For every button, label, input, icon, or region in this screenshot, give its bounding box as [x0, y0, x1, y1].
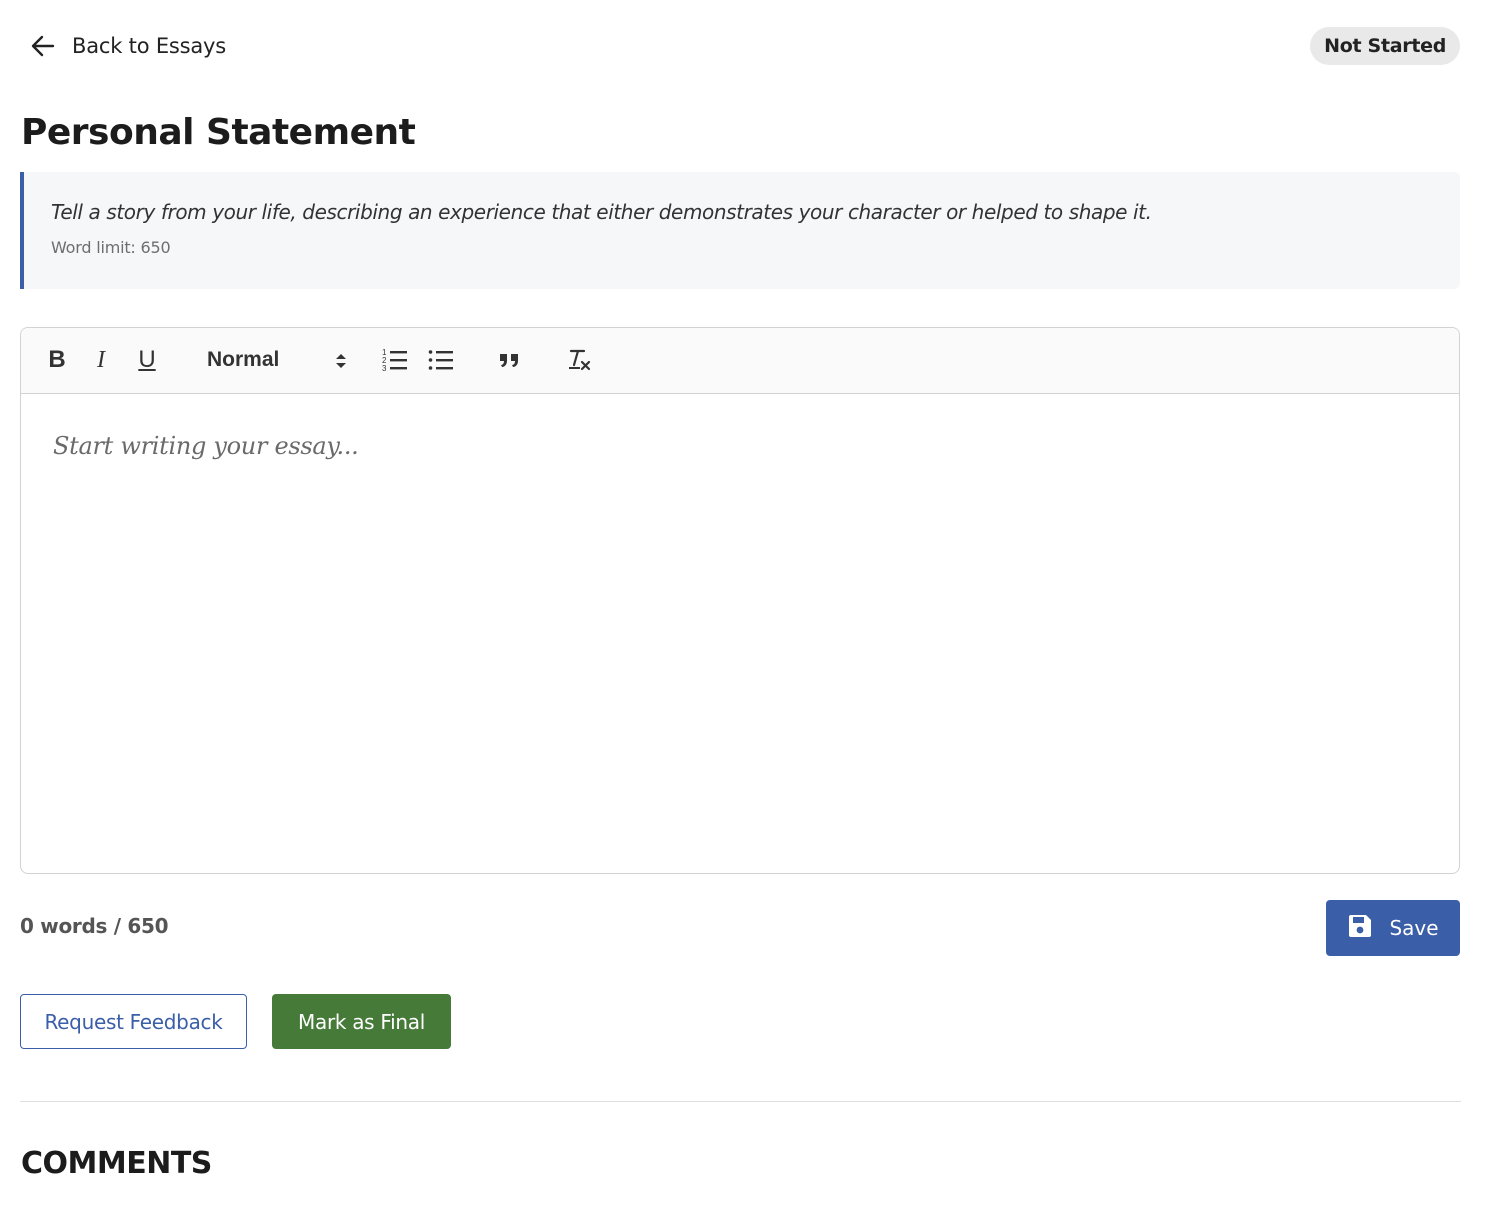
editor-toolbar: B I U Normal 1 2 3: [21, 328, 1459, 394]
section-divider: [20, 1101, 1461, 1102]
blockquote-button[interactable]: [493, 344, 525, 376]
essay-prompt-box: Tell a story from your life, describing …: [20, 172, 1460, 289]
essay-text-area[interactable]: Start writing your essay...: [53, 432, 359, 460]
clear-format-button[interactable]: [563, 344, 595, 376]
essay-prompt-text: Tell a story from your life, describing …: [51, 200, 1152, 224]
back-to-essays-link[interactable]: Back to Essays: [30, 28, 226, 64]
save-button-label: Save: [1389, 916, 1439, 940]
italic-button[interactable]: I: [85, 344, 117, 376]
request-feedback-button[interactable]: Request Feedback: [20, 994, 247, 1049]
text-format-value: Normal: [207, 348, 280, 371]
arrow-left-icon: [30, 33, 56, 59]
ordered-list-button[interactable]: 1 2 3: [379, 344, 411, 376]
essay-editor: B I U Normal 1 2 3 Start writing your es…: [20, 327, 1460, 874]
clear-format-icon: [566, 347, 592, 373]
ordered-list-icon: 1 2 3: [382, 347, 408, 373]
status-badge: Not Started: [1310, 27, 1460, 65]
bold-button[interactable]: B: [41, 344, 73, 376]
text-format-select[interactable]: Normal: [207, 344, 347, 376]
page-title: Personal Statement: [21, 112, 416, 153]
quote-icon: [497, 348, 521, 372]
word-limit-label: Word limit: 650: [51, 238, 171, 257]
bullet-list-button[interactable]: [425, 344, 457, 376]
svg-text:3: 3: [382, 364, 387, 373]
floppy-disk-icon: [1347, 913, 1373, 944]
underline-button[interactable]: U: [131, 344, 163, 376]
bullet-list-icon: [428, 347, 454, 373]
sort-caret-icon: [335, 352, 347, 375]
save-button[interactable]: Save: [1326, 900, 1460, 956]
mark-as-final-button[interactable]: Mark as Final: [272, 994, 451, 1049]
word-count: 0 words / 650: [20, 914, 169, 938]
back-link-label: Back to Essays: [72, 34, 227, 58]
comments-heading: COMMENTS: [21, 1146, 212, 1181]
